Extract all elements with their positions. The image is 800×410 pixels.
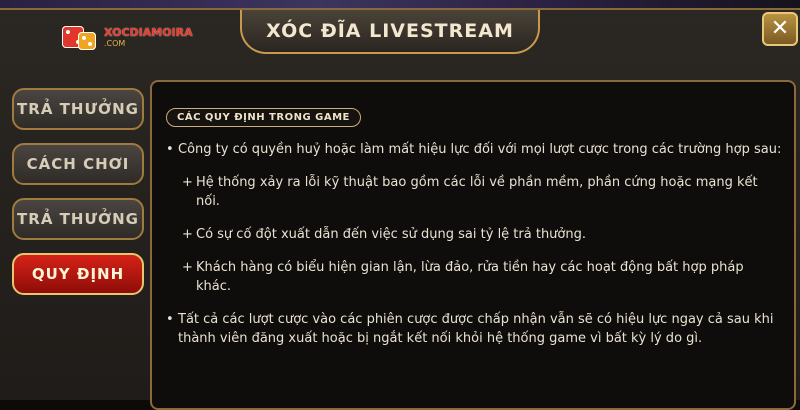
close-icon: ✕ [770,16,790,41]
rule-subitem: + Hệ thống xảy ra lỗi kỹ thuật bao gồm c… [166,173,782,211]
bullet-icon: • [166,312,174,327]
rule-paragraph: • Công ty có quyền huỷ hoặc làm mất hiệu… [166,140,782,159]
plus-icon: + [182,175,193,190]
sidebar-item-tra-thuong-2[interactable]: TRẢ THƯỞNG [12,198,144,240]
rule-subitem: + Khách hàng có biểu hiện gian lận, lừa … [166,258,782,296]
sidebar-item-cach-choi[interactable]: CÁCH CHƠI [12,143,144,185]
rule-text-1: Công ty có quyền huỷ hoặc làm mất hiệu l… [178,142,782,157]
sidebar-item-quy-dinh[interactable]: QUY ĐỊNH [12,253,144,295]
plus-icon: + [182,260,193,275]
section-title: CÁC QUY ĐỊNH TRONG GAME [166,108,361,127]
logo-text: XOCDIAMOIRA .COM [104,27,193,48]
rule-subitem-text-2: Có sự cố đột xuất dẫn đến việc sử dụng s… [196,227,586,242]
close-button[interactable]: ✕ [762,12,798,46]
dice-icon-small [78,32,96,50]
logo-main-text: XOCDIAMOIRA [104,25,193,39]
header-tab: XÓC ĐĨA LIVESTREAM [240,10,540,54]
plus-icon: + [182,227,193,242]
page-title: XÓC ĐĨA LIVESTREAM [266,20,514,42]
sidebar-item-tra-thuong[interactable]: TRẢ THƯỞNG [12,88,144,130]
brand-logo: XOCDIAMOIRA .COM [62,22,202,52]
rule-subitem-text-3: Khách hàng có biểu hiện gian lận, lừa đả… [196,260,744,294]
rules-panel: CÁC QUY ĐỊNH TRONG GAME • Công ty có quy… [150,80,796,410]
rules-text: • Công ty có quyền huỷ hoặc làm mất hiệu… [166,140,782,362]
rule-paragraph: • Tất cả các lượt cược vào các phiên cượ… [166,310,782,348]
sidebar: TRẢ THƯỞNG CÁCH CHƠI TRẢ THƯỞNG QUY ĐỊNH [12,88,148,308]
bullet-icon: • [166,142,174,157]
rule-subitem-text-1: Hệ thống xảy ra lỗi kỹ thuật bao gồm các… [196,175,758,209]
rule-text-2: Tất cả các lượt cược vào các phiên cược … [178,312,774,346]
rule-subitem: + Có sự cố đột xuất dẫn đến việc sử dụng… [166,225,782,244]
logo-sub-text: .COM [104,38,126,48]
